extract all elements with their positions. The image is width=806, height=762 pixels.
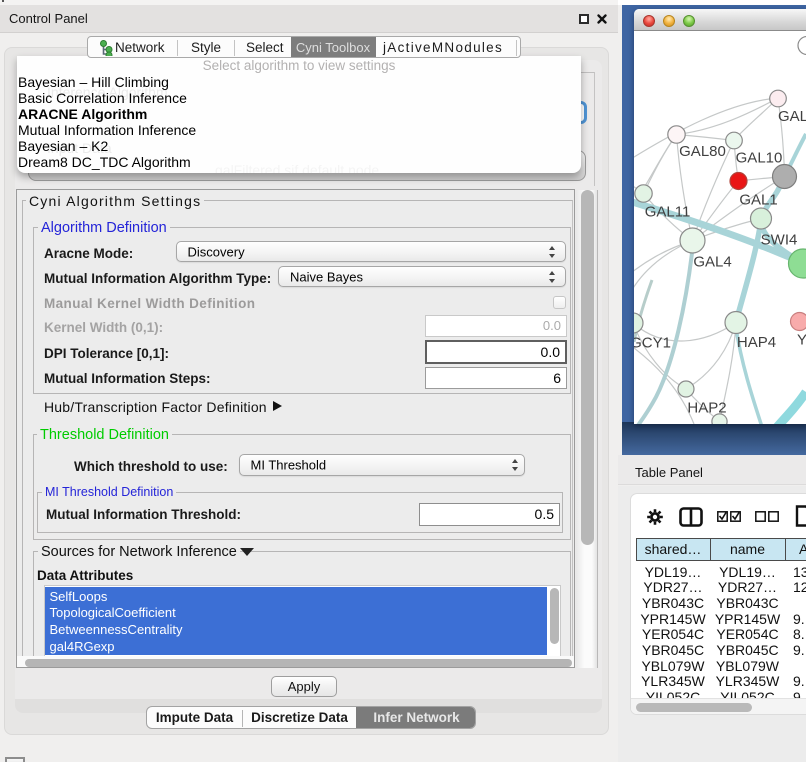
svg-text:GAL1: GAL1 [739, 192, 777, 209]
svg-text:GAL10: GAL10 [736, 150, 783, 167]
svg-text:GAL11: GAL11 [645, 204, 691, 221]
svg-text:SWI4: SWI4 [761, 232, 798, 249]
svg-text:GCY1: GCY1 [634, 335, 671, 352]
svg-text:GAL7: GAL7 [778, 108, 806, 125]
svg-text:HAP4: HAP4 [737, 334, 776, 351]
svg-text:YM: YM [797, 332, 806, 349]
svg-text:GAL4: GAL4 [693, 254, 731, 271]
svg-text:GAL80: GAL80 [679, 143, 726, 160]
svg-text:HAP2: HAP2 [687, 400, 726, 417]
